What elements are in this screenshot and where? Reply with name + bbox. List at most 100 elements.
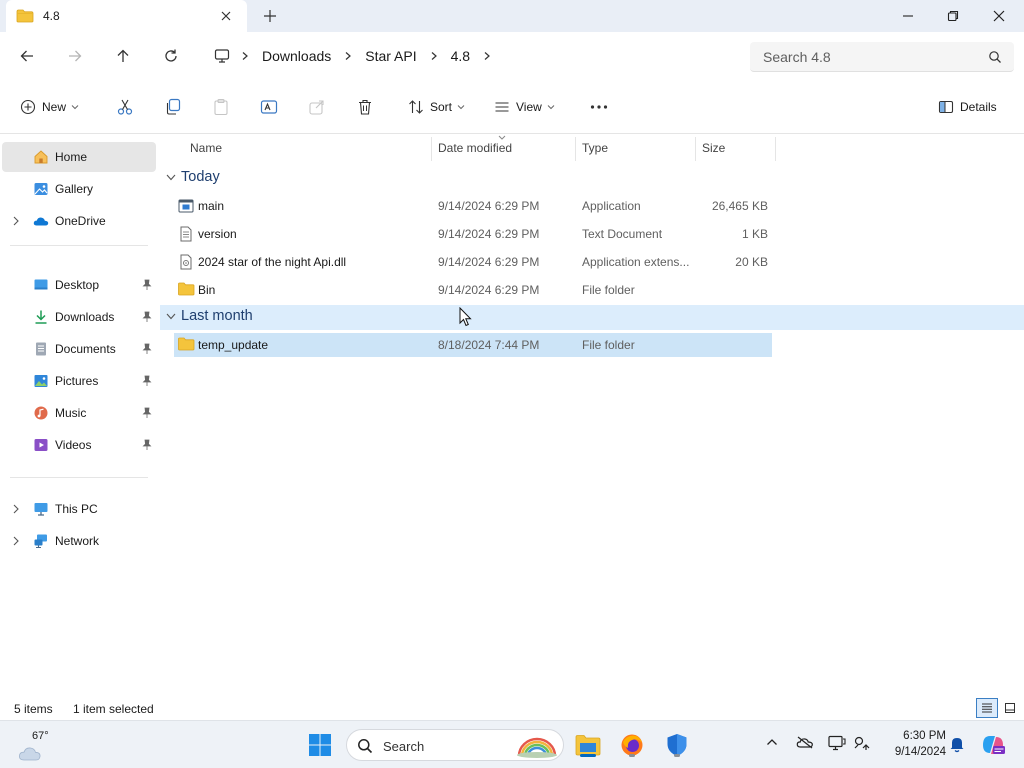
pin-icon[interactable]	[142, 375, 152, 387]
column-divider[interactable]	[575, 137, 576, 161]
tiles-view-toggle[interactable]	[1000, 698, 1020, 718]
chevron-down-icon[interactable]	[166, 174, 176, 181]
pin-icon[interactable]	[142, 439, 152, 451]
chevron-right-icon[interactable]	[12, 536, 20, 546]
sidebar-item-this-pc[interactable]: This PC	[2, 494, 156, 524]
column-divider[interactable]	[695, 137, 696, 161]
tab-current-folder[interactable]: 4.8	[6, 0, 247, 32]
file-row[interactable]: Bin 9/14/2024 6:29 PM File folder	[174, 278, 772, 302]
cloud-offline-icon[interactable]	[796, 735, 814, 749]
file-size: 1 KB	[741, 227, 768, 241]
clock-time[interactable]: 6:30 PM	[890, 730, 946, 742]
pin-icon[interactable]	[142, 407, 152, 419]
view-button[interactable]: View	[494, 96, 555, 118]
music-icon	[33, 405, 49, 421]
breadcrumb-item-current[interactable]: 4.8	[443, 48, 478, 64]
share-button[interactable]	[308, 96, 326, 118]
chevron-up-icon[interactable]	[766, 737, 778, 747]
copilot-icon[interactable]	[980, 733, 1006, 757]
open-app-indicator	[674, 754, 680, 757]
column-header-type[interactable]: Type	[582, 141, 608, 163]
chevron-right-icon[interactable]	[236, 51, 254, 61]
weather-temperature: 67°	[32, 730, 49, 742]
sidebar-item-desktop[interactable]: Desktop	[2, 270, 156, 300]
sort-button[interactable]: Sort	[408, 96, 465, 118]
sidebar-item-pictures[interactable]: Pictures	[2, 366, 156, 396]
file-row[interactable]: version 9/14/2024 6:29 PM Text Document …	[174, 222, 772, 246]
clock-date[interactable]: 9/14/2024	[880, 746, 946, 758]
breadcrumb-item-star-api[interactable]: Star API	[357, 48, 424, 64]
column-header-size[interactable]: Size	[702, 141, 725, 163]
pin-icon[interactable]	[142, 311, 152, 323]
copy-button[interactable]	[164, 96, 182, 118]
file-row-selected[interactable]: temp_update 8/18/2024 7:44 PM File folde…	[174, 333, 772, 357]
sidebar-item-documents[interactable]: Documents	[2, 334, 156, 364]
group-header-today[interactable]: Today	[160, 166, 1024, 191]
more-dots-icon	[590, 104, 608, 110]
sidebar-label: This PC	[55, 502, 98, 516]
breadcrumb-item-downloads[interactable]: Downloads	[254, 48, 339, 64]
text-document-icon	[178, 226, 194, 242]
search-input[interactable]: Search 4.8	[750, 42, 1014, 72]
group-header-last-month[interactable]: Last month	[160, 305, 1024, 330]
group-label: Last month	[181, 308, 253, 324]
chevron-right-icon[interactable]	[339, 51, 357, 61]
taskbar-search-box[interactable]: Search	[346, 729, 564, 761]
sidebar-item-home[interactable]: Home	[2, 142, 156, 172]
file-row[interactable]: main 9/14/2024 6:29 PM Application 26,46…	[174, 194, 772, 218]
column-header-name[interactable]: Name	[190, 141, 222, 163]
close-window-icon[interactable]	[989, 6, 1009, 26]
sort-indicator-icon	[498, 135, 506, 140]
file-date: 9/14/2024 6:29 PM	[438, 199, 540, 213]
sort-label: Sort	[430, 100, 453, 114]
up-arrow-icon[interactable]	[113, 46, 133, 66]
firefox-taskbar-icon[interactable]	[618, 731, 646, 759]
details-view-toggle[interactable]	[976, 698, 998, 718]
sidebar-item-onedrive[interactable]: OneDrive	[2, 206, 156, 236]
command-bar: New Sort View Details	[0, 80, 1024, 134]
chevron-right-icon[interactable]	[12, 216, 20, 226]
column-divider[interactable]	[775, 137, 776, 161]
pin-icon[interactable]	[142, 343, 152, 355]
file-explorer-taskbar-icon[interactable]	[574, 731, 602, 759]
share-icon	[308, 98, 326, 116]
delete-button[interactable]	[356, 96, 374, 118]
back-arrow-icon[interactable]	[17, 46, 37, 66]
chevron-right-icon[interactable]	[12, 504, 20, 514]
sidebar-item-network[interactable]: Network	[2, 526, 156, 556]
search-icon[interactable]	[988, 50, 1002, 64]
chevron-down-icon[interactable]	[166, 313, 176, 320]
sidebar-label: Pictures	[55, 374, 99, 388]
chevron-right-icon[interactable]	[425, 51, 443, 61]
column-divider[interactable]	[431, 137, 432, 161]
new-tab-icon[interactable]	[262, 8, 278, 24]
close-tab-icon[interactable]	[219, 9, 233, 23]
notification-bell-icon[interactable]	[949, 735, 965, 753]
details-pane-button[interactable]: Details	[938, 96, 997, 118]
restore-icon[interactable]	[943, 6, 963, 26]
settings-sync-icon[interactable]	[853, 735, 871, 751]
windows-security-taskbar-icon[interactable]	[663, 731, 691, 759]
tab-bar: 4.8	[0, 0, 1024, 32]
more-options-button[interactable]	[590, 96, 608, 118]
computer-icon[interactable]	[210, 48, 236, 64]
plus-circle-icon	[20, 99, 36, 115]
file-type: Application extens...	[582, 255, 690, 269]
chevron-right-icon[interactable]	[478, 51, 496, 61]
minimize-icon[interactable]	[898, 6, 918, 26]
sidebar-item-downloads[interactable]: Downloads	[2, 302, 156, 332]
paste-button[interactable]	[212, 96, 230, 118]
new-button[interactable]: New	[20, 96, 79, 118]
refresh-icon[interactable]	[161, 46, 181, 66]
column-header-date[interactable]: Date modified	[438, 141, 512, 163]
pin-icon[interactable]	[142, 279, 152, 291]
sidebar-item-music[interactable]: Music	[2, 398, 156, 428]
sidebar-item-gallery[interactable]: Gallery	[2, 174, 156, 204]
windows-start-icon[interactable]	[308, 733, 332, 757]
display-device-icon[interactable]	[828, 735, 846, 751]
sidebar-item-videos[interactable]: Videos	[2, 430, 156, 460]
cut-button[interactable]	[116, 96, 134, 118]
file-row[interactable]: 2024 star of the night Api.dll 9/14/2024…	[174, 250, 772, 274]
forward-arrow-icon[interactable]	[65, 46, 85, 66]
rename-button[interactable]	[260, 96, 278, 118]
